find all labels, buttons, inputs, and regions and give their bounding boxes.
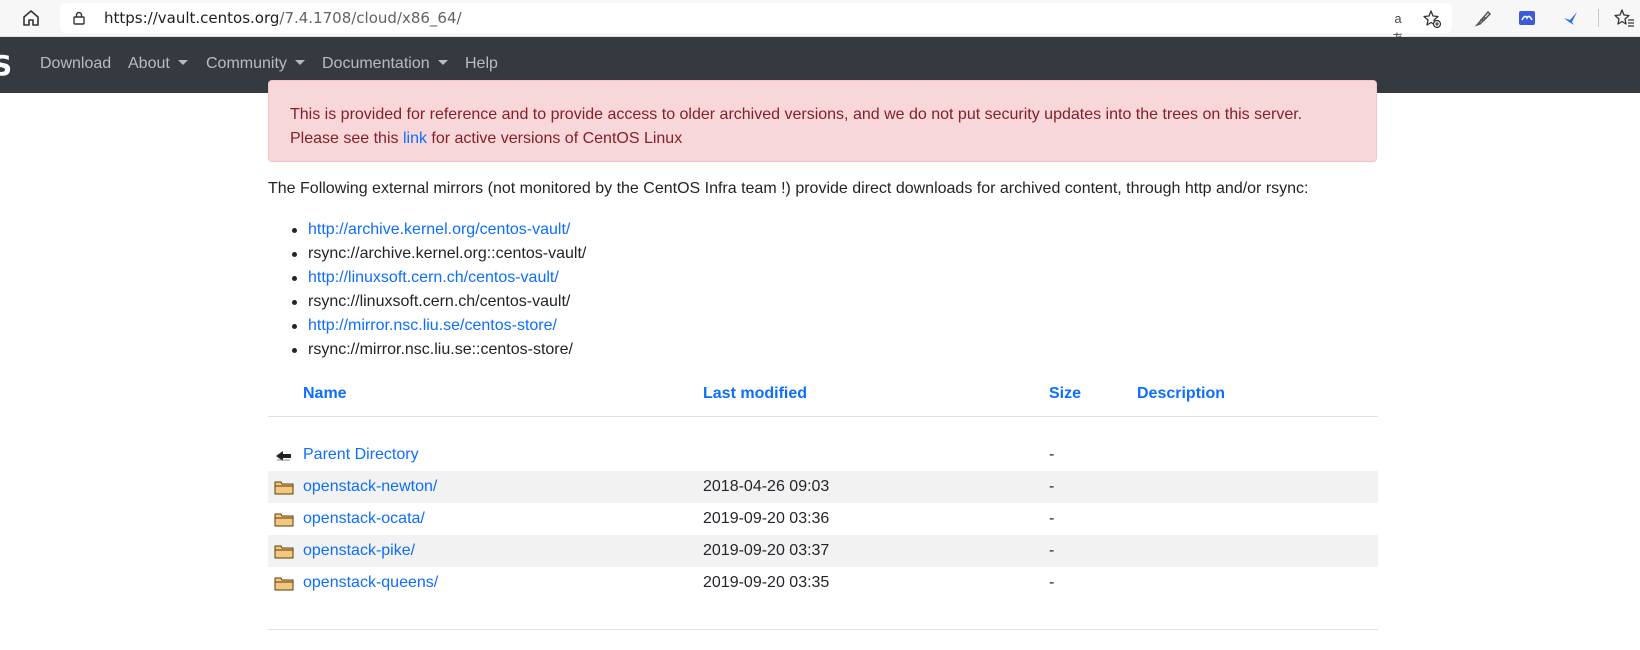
modified-cell: 2018-04-26 09:03 (703, 471, 1049, 503)
header-icon-cell (268, 372, 303, 417)
favorite-add-icon[interactable] (1422, 9, 1442, 29)
mirror-list: http://archive.kernel.org/centos-vault/ … (268, 218, 586, 362)
table-row: openstack-queens/ 2019-09-20 03:35 - (268, 567, 1378, 599)
sort-by-modified-header[interactable]: Last modified (703, 372, 1049, 417)
nav-download[interactable]: Download (40, 55, 111, 73)
list-item: http://archive.kernel.org/centos-vault/ (268, 218, 586, 242)
bullet-icon (292, 300, 297, 305)
alert-line-2: Please see this link for active versions… (290, 127, 682, 151)
url-text[interactable]: https://vault.centos.org/7.4.1708/cloud/… (104, 9, 462, 27)
alert-line-1: This is provided for reference and to pr… (290, 106, 1303, 123)
nav-help[interactable]: Help (465, 55, 498, 73)
mirror-text: rsync://archive.kernel.org::centos-vault… (308, 245, 587, 262)
archive-warning-alert: This is provided for reference and to pr… (268, 80, 1377, 162)
table-row: openstack-pike/ 2019-09-20 03:37 - (268, 535, 1378, 567)
folder-icon[interactable] (274, 543, 294, 559)
nav-community[interactable]: Community (206, 55, 305, 73)
mirror-link[interactable]: http://archive.kernel.org/centos-vault/ (308, 221, 570, 238)
bullet-icon (292, 252, 297, 257)
url-path: /7.4.1708/cloud/x86_64/ (279, 9, 462, 27)
mirror-link[interactable]: http://mirror.nsc.liu.se/centos-store/ (308, 317, 557, 334)
mirror-text: rsync://mirror.nsc.liu.se::centos-store/ (308, 341, 573, 358)
modified-cell: 2019-09-20 03:36 (703, 510, 830, 527)
url-host: https://vault.centos.org (104, 9, 280, 27)
chevron-down-icon (177, 60, 188, 65)
size-cell: - (1049, 471, 1137, 503)
modified-cell (703, 439, 1049, 471)
list-item: rsync://linuxsoft.cern.ch/centos-vault/ (268, 290, 586, 314)
folder-icon[interactable] (274, 575, 294, 591)
table-bottom-border (268, 629, 1378, 631)
nav-about[interactable]: About (128, 55, 188, 73)
folder-link[interactable]: openstack-queens/ (303, 574, 438, 591)
list-item: rsync://archive.kernel.org::centos-vault… (268, 242, 586, 266)
extension-bird-icon[interactable] (1561, 8, 1581, 28)
list-item: http://linuxsoft.cern.ch/centos-vault/ (268, 266, 586, 290)
folder-link[interactable]: openstack-ocata/ (303, 510, 425, 527)
address-bar[interactable]: https://vault.centos.org/7.4.1708/cloud/… (60, 3, 1452, 46)
folder-icon[interactable] (274, 479, 294, 495)
table-row: openstack-ocata/ 2019-09-20 03:36 - (268, 503, 1378, 535)
alert-line-2-suffix: for active versions of CentOS Linux (426, 130, 683, 147)
mirrors-intro-text: The Following external mirrors (not moni… (268, 180, 1309, 197)
browser-toolbar: https://vault.centos.org/7.4.1708/cloud/… (0, 0, 1640, 46)
bullet-icon (292, 324, 297, 329)
directory-listing-table: Name Last modified Size Description Pare… (268, 372, 1378, 631)
table-separator (268, 599, 1378, 630)
chevron-down-icon (437, 60, 448, 65)
bullet-icon (292, 228, 297, 233)
chevron-down-icon (294, 60, 305, 65)
home-icon[interactable] (20, 7, 42, 29)
bullet-icon (292, 276, 297, 281)
list-item: rsync://mirror.nsc.liu.se::centos-store/ (268, 338, 586, 362)
translate-icon[interactable]: aあ (1388, 9, 1408, 46)
nav-documentation-label: Documentation (322, 55, 430, 72)
extension-blue-icon[interactable] (1517, 8, 1537, 28)
active-versions-link[interactable]: link (403, 130, 427, 147)
lock-icon[interactable] (72, 11, 86, 25)
extension-feather-icon[interactable] (1474, 8, 1494, 28)
folder-link[interactable]: openstack-newton/ (303, 478, 437, 495)
size-cell: - (1049, 535, 1137, 567)
table-row: openstack-newton/ 2018-04-26 09:03 - (268, 471, 1378, 503)
mirror-link[interactable]: http://linuxsoft.cern.ch/centos-vault/ (308, 269, 559, 286)
modified-cell: 2019-09-20 03:37 (703, 535, 1049, 567)
alert-line-2-prefix: Please see this (290, 130, 403, 147)
size-cell: - (1049, 446, 1055, 463)
table-row: Parent Directory - (268, 439, 1378, 471)
table-separator (268, 416, 1378, 439)
favorites-icon[interactable] (1614, 8, 1634, 28)
nav-download-label: Download (40, 55, 112, 72)
toolbar-divider (1598, 9, 1599, 27)
bullet-icon (292, 348, 297, 353)
nav-documentation[interactable]: Documentation (322, 55, 448, 73)
nav-about-label: About (128, 55, 170, 72)
mirror-text: rsync://linuxsoft.cern.ch/centos-vault/ (308, 293, 571, 310)
size-cell: - (1049, 510, 1055, 527)
folder-link[interactable]: openstack-pike/ (303, 542, 415, 559)
nav-community-label: Community (206, 55, 287, 72)
size-cell: - (1049, 574, 1055, 591)
modified-cell: 2019-09-20 03:35 (703, 574, 830, 591)
parent-directory-icon[interactable] (274, 447, 294, 463)
table-header-row: Name Last modified Size Description (268, 372, 1378, 417)
brand-logo[interactable]: S (0, 49, 12, 82)
folder-icon[interactable] (274, 511, 294, 527)
list-item: http://mirror.nsc.liu.se/centos-store/ (268, 314, 586, 338)
parent-directory-link[interactable]: Parent Directory (303, 446, 419, 463)
nav-help-label: Help (465, 55, 498, 72)
sort-by-name-header[interactable]: Name (303, 372, 703, 417)
sort-by-size-header[interactable]: Size (1049, 372, 1137, 417)
sort-by-description-header[interactable]: Description (1137, 372, 1378, 417)
